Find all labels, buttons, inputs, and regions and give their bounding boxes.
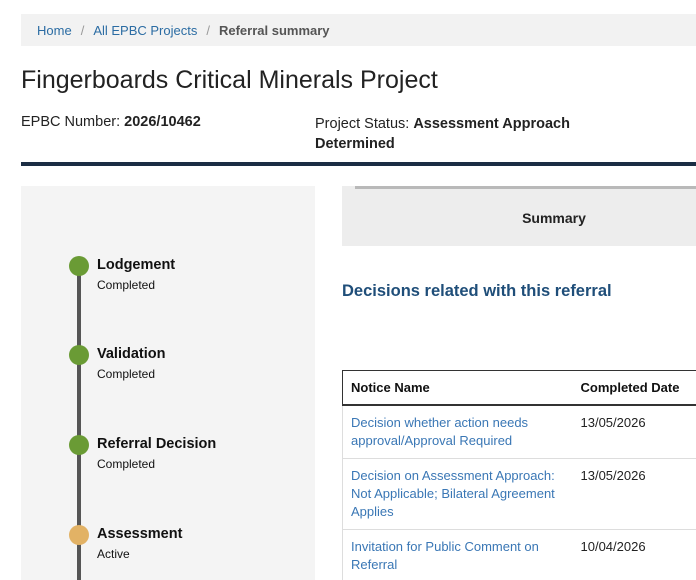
breadcrumb-separator: / xyxy=(80,22,85,38)
decisions-heading: Decisions related with this referral xyxy=(342,282,612,300)
epbc-number-label: EPBC Number: xyxy=(21,114,125,130)
completed-status-dot-icon xyxy=(69,345,89,365)
active-status-dot-icon xyxy=(69,525,89,545)
breadcrumb: Home / All EPBC Projects / Referral summ… xyxy=(21,14,696,46)
step-name: Validation xyxy=(97,346,166,362)
completed-date: 13/05/2026 xyxy=(572,458,696,530)
project-status: Project Status: Assessment Approach Dete… xyxy=(315,114,595,154)
notice-link[interactable]: Decision whether action needs approval/A… xyxy=(351,415,528,448)
project-status-label: Project Status: xyxy=(315,116,414,132)
step-name: Lodgement xyxy=(97,257,176,273)
epbc-number: EPBC Number: 2026/10462 xyxy=(21,114,201,130)
breadcrumb-home-link[interactable]: Home xyxy=(37,23,72,38)
breadcrumb-current: Referral summary xyxy=(218,22,330,38)
table-row: Decision whether action needs approval/A… xyxy=(342,404,696,459)
header-divider xyxy=(21,162,696,166)
breadcrumb-projects-link[interactable]: All EPBC Projects xyxy=(93,23,197,38)
step-state: Completed xyxy=(97,278,156,292)
breadcrumb-separator: / xyxy=(206,22,210,38)
completed-status-dot-icon xyxy=(69,256,89,276)
completed-date: 10/04/2026 xyxy=(572,529,696,580)
decisions-table: Notice Name Completed Date Decision whet… xyxy=(342,370,696,580)
step-name: Referral Decision xyxy=(97,436,217,452)
step-state: Completed xyxy=(97,367,156,381)
step-state: Completed xyxy=(97,457,156,471)
epbc-number-value: 2026/10462 xyxy=(124,114,201,130)
page-title: Fingerboards Critical Minerals Project xyxy=(21,66,438,94)
table-header-row: Notice Name Completed Date xyxy=(342,370,696,406)
tab-summary-label: Summary xyxy=(522,210,586,226)
notice-link[interactable]: Decision on Assessment Approach: Not App… xyxy=(351,468,555,519)
progress-sidebar xyxy=(21,186,315,580)
completed-status-dot-icon xyxy=(69,435,89,455)
table-row: Invitation for Public Comment on Referra… xyxy=(342,529,696,580)
notice-link[interactable]: Invitation for Public Comment on Referra… xyxy=(351,539,539,572)
step-state: Active xyxy=(97,547,130,561)
column-header-completed-date: Completed Date xyxy=(572,370,696,406)
column-header-notice-name: Notice Name xyxy=(342,370,573,406)
completed-date: 13/05/2026 xyxy=(572,404,696,459)
tab-summary-top-border xyxy=(355,186,696,189)
table-row: Decision on Assessment Approach: Not App… xyxy=(342,458,696,530)
step-name: Assessment xyxy=(97,526,183,542)
